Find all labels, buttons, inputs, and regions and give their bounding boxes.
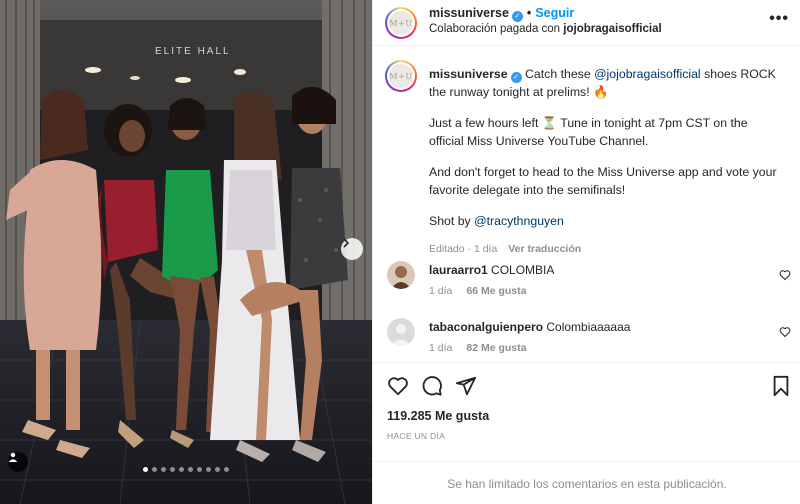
comment-time: 1 día bbox=[429, 285, 453, 297]
comment-time: 1 día bbox=[429, 342, 453, 354]
user-photo-avatar bbox=[387, 261, 415, 289]
verified-badge-icon: ✓ bbox=[510, 72, 522, 83]
more-options-button[interactable]: ••• bbox=[769, 10, 789, 28]
carousel-dot[interactable] bbox=[197, 467, 202, 472]
carousel-dot[interactable] bbox=[215, 467, 220, 472]
miss-universe-logo: M+U bbox=[389, 11, 413, 35]
comment-body: Colombiaaaaaa bbox=[546, 320, 631, 334]
comment-avatar[interactable] bbox=[387, 261, 415, 289]
paid-partnership-label: Colaboración pagada con bbox=[429, 23, 561, 35]
carousel-dot[interactable] bbox=[152, 467, 157, 472]
post-header: M+U missuniverse ✓ • Seguir Colaboración pa… bbox=[373, 0, 800, 46]
comment-like-button[interactable] bbox=[779, 269, 791, 284]
comments-limited-notice: Se han limitado los comentarios en esta … bbox=[373, 461, 800, 504]
user-icon bbox=[8, 452, 18, 462]
carousel-dot[interactable] bbox=[170, 467, 175, 472]
post-time: HACE UN DÍA bbox=[387, 431, 446, 441]
caption-text: missuniverse ✓ Catch these @jojobragaisof… bbox=[429, 66, 784, 258]
carousel-dot[interactable] bbox=[188, 467, 193, 472]
post-photo[interactable]: ELITE HALL bbox=[0, 0, 372, 504]
header-username[interactable]: missuniverse bbox=[429, 6, 509, 20]
heart-icon bbox=[388, 377, 408, 396]
comment-likes-button[interactable]: 66 Me gusta bbox=[466, 285, 526, 297]
venue-sign: ELITE HALL bbox=[155, 46, 231, 57]
heart-icon bbox=[779, 270, 791, 281]
comment-likes-button[interactable]: 82 Me gusta bbox=[466, 342, 526, 354]
caption-avatar[interactable]: M+U bbox=[385, 60, 417, 92]
comment-item: tabaconalguienpero Colombiaaaaaa 1 día 82… bbox=[373, 318, 800, 366]
miss-universe-logo: M+U bbox=[389, 64, 413, 88]
heart-icon bbox=[779, 327, 791, 338]
save-button[interactable] bbox=[771, 375, 791, 400]
verified-badge-icon: ✓ bbox=[511, 11, 523, 22]
like-button[interactable] bbox=[387, 375, 409, 400]
likes-count[interactable]: 119.285 Me gusta bbox=[387, 409, 489, 423]
caption-edited-time: Editado · 1 día bbox=[429, 242, 498, 255]
next-photo-button[interactable] bbox=[341, 238, 363, 260]
comment-item: lauraarro1 COLOMBIA 1 día 66 Me gusta bbox=[373, 261, 800, 309]
bookmark-icon bbox=[773, 375, 789, 397]
carousel-dot[interactable] bbox=[224, 467, 229, 472]
post-actions: 119.285 Me gusta HACE UN DÍA Se han limi… bbox=[373, 362, 800, 504]
header-separator: • bbox=[526, 6, 532, 20]
comment-body: COLOMBIA bbox=[491, 263, 555, 277]
caption-line1-pre: Catch these bbox=[525, 67, 591, 81]
comment-username[interactable]: lauraarro1 bbox=[429, 263, 488, 277]
comment-avatar[interactable] bbox=[387, 318, 415, 346]
carousel-dot[interactable] bbox=[206, 467, 211, 472]
paid-partnership-partner[interactable]: jojobragaisofficial bbox=[563, 23, 661, 35]
instagram-post-modal: ELITE HALL M+U missuniverse ✓ • Seguir C… bbox=[0, 0, 800, 504]
shot-by-label: Shot by bbox=[429, 214, 471, 228]
account-avatar[interactable]: M+U bbox=[385, 7, 417, 39]
send-icon bbox=[455, 376, 477, 396]
carousel-dots bbox=[0, 467, 372, 472]
follow-button[interactable]: Seguir bbox=[535, 6, 574, 20]
comment-like-button[interactable] bbox=[779, 326, 791, 341]
photographer-mention[interactable]: @tracythnguyen bbox=[474, 214, 564, 228]
paid-partnership-line: Colaboración pagada con jojobragaisoffic… bbox=[429, 23, 662, 35]
comment-icon bbox=[422, 376, 442, 396]
caption-paragraph-2: Just a few hours left ⏳ Tune in tonight … bbox=[429, 116, 748, 148]
caption-username[interactable]: missuniverse bbox=[429, 67, 508, 81]
more-horizontal-icon: ••• bbox=[769, 10, 789, 27]
header-user-line: missuniverse ✓ • Seguir bbox=[429, 6, 574, 22]
comment-username[interactable]: tabaconalguienpero bbox=[429, 320, 543, 334]
post-sidebar: M+U missuniverse ✓ • Seguir Colaboración pa… bbox=[372, 0, 800, 504]
comment-button[interactable] bbox=[421, 375, 443, 400]
share-button[interactable] bbox=[455, 375, 477, 400]
see-translation-button[interactable]: Ver traducción bbox=[508, 243, 581, 255]
default-avatar-icon bbox=[387, 318, 415, 346]
carousel-dot[interactable] bbox=[161, 467, 166, 472]
chevron-right-icon bbox=[343, 238, 350, 248]
post-photo-illustration: ELITE HALL bbox=[0, 0, 372, 504]
caption-mention[interactable]: @jojobragaisofficial bbox=[594, 67, 701, 81]
carousel-dot[interactable] bbox=[179, 467, 184, 472]
carousel-dot[interactable] bbox=[143, 467, 148, 472]
caption-paragraph-3: And don't forget to head to the Miss Uni… bbox=[429, 165, 777, 197]
